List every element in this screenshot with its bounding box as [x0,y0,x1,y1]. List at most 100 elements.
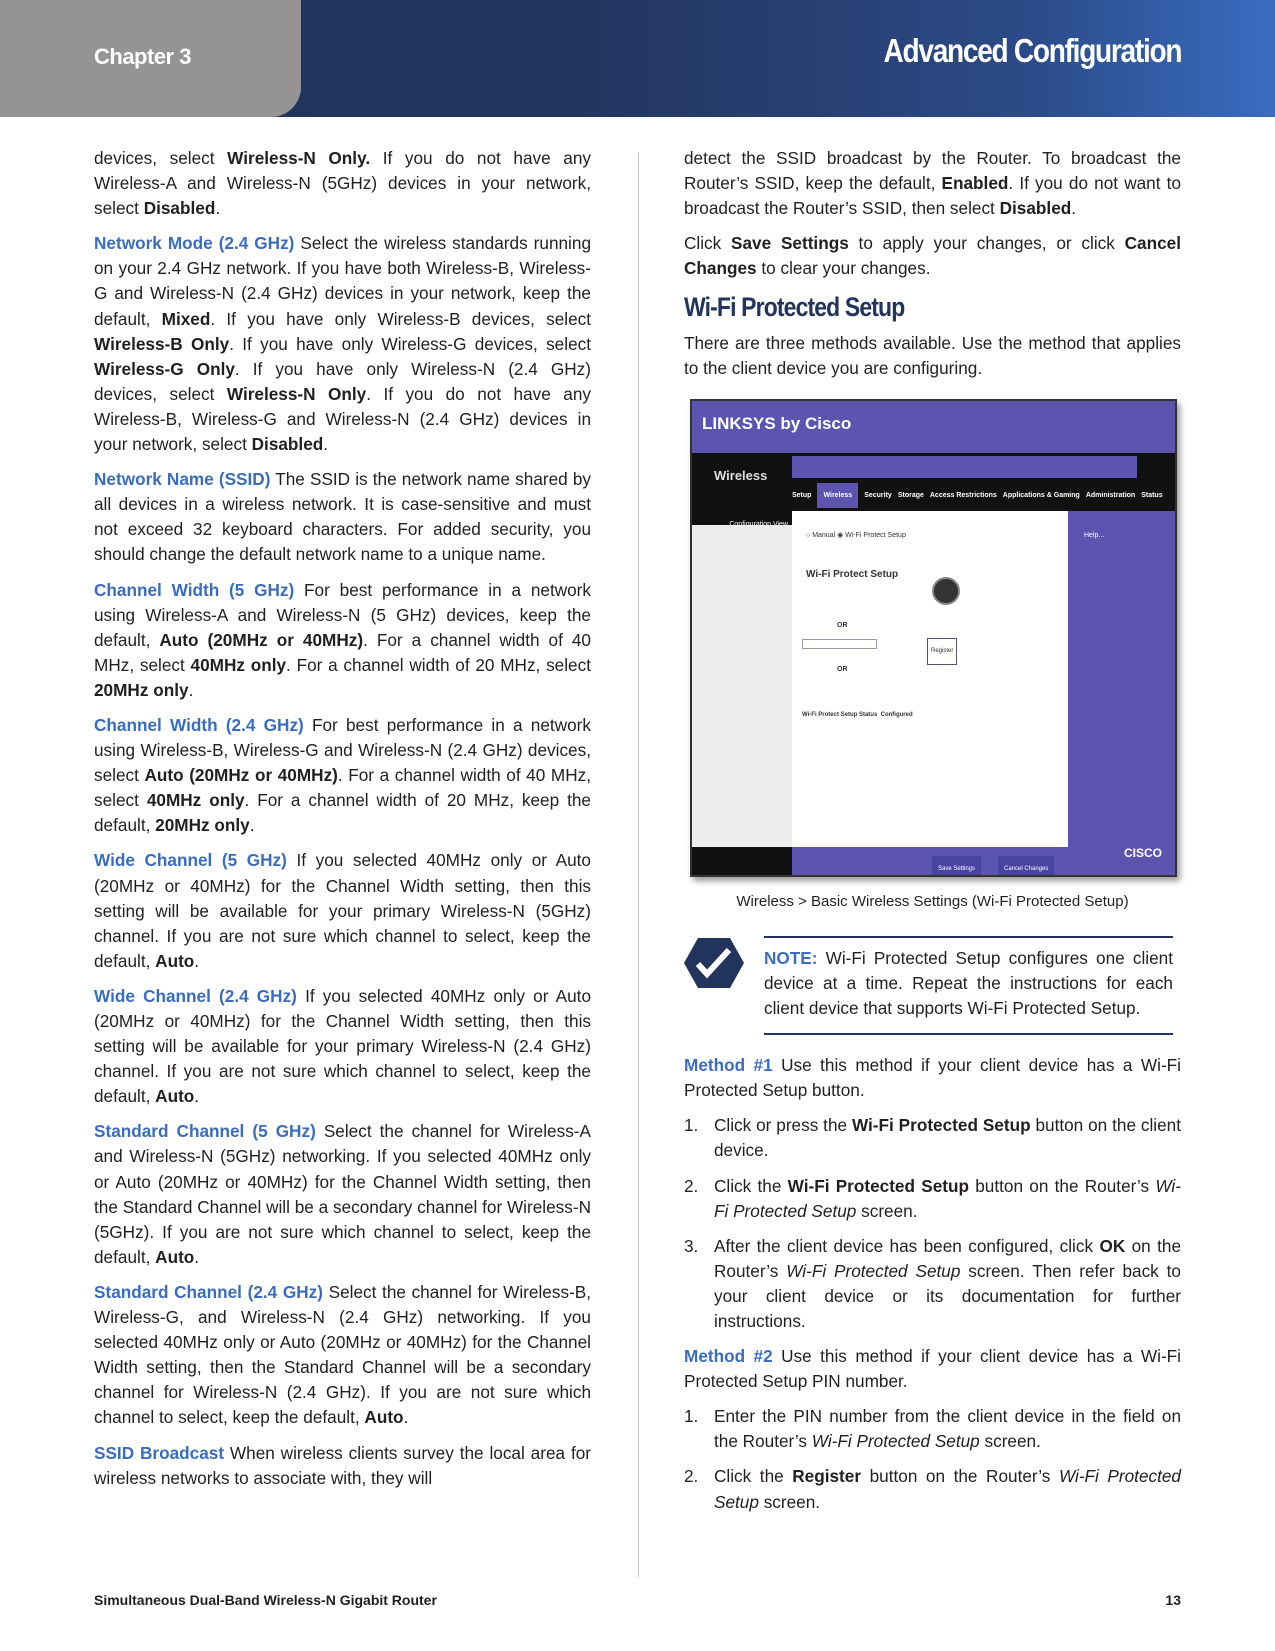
text-run: screen. [758,1491,821,1512]
text-run: . [194,950,200,971]
term-label: NOTE: [764,947,818,968]
text-run: OK [1099,1235,1126,1256]
help-link: Help... [1084,531,1105,539]
intro-text: There are three methods available. Use t… [684,331,1181,381]
text-run: screen. [856,1200,918,1221]
step-number: 2. [684,1466,699,1487]
paragraph: Channel Width (5 GHz) For best performan… [94,578,591,703]
note-block: NOTE: Wi-Fi Protected Setup configures o… [684,935,1181,1036]
paragraph: Wide Channel (5 GHz) If you selected 40M… [94,848,591,973]
text-run: . [194,1246,200,1267]
text-run: Click the [714,1466,793,1487]
text-run: Select the channel for Wireless-B, Wirel… [94,1281,591,1428]
text-run: . [249,815,255,836]
text-run: Mixed [161,308,211,329]
text-run: After the client device has been configu… [714,1235,1100,1256]
paragraph: SSID Broadcast When wireless clients sur… [94,1441,591,1491]
term-label: Wide Channel (2.4 GHz) [94,985,297,1006]
left-column: devices, select Wireless-N Only . If you … [94,146,591,1501]
method-2-steps: 1. Enter the PIN number from the client d… [684,1404,1181,1514]
column-divider [638,152,639,1577]
text-run: 40MHz only [146,790,245,811]
paragraph: Network Mode (2.4 GHz) Select the wirele… [94,231,591,457]
step-number: 2. [684,1175,699,1196]
text-run: . If you have only Wireless-B devices, s… [210,308,591,329]
text-run: Disabled [143,198,216,219]
text-run: Wi-Fi Protected Setup [811,1431,980,1452]
term-label: Method #2 [684,1346,773,1367]
text-run: . [1071,198,1077,219]
note-text: NOTE: Wi-Fi Protected Setup configures o… [764,935,1173,1036]
list-step: 1. Click or press the Wi-Fi Protected Set… [684,1113,1181,1163]
text-run: devices, select [94,148,228,168]
step-number: 3. [684,1235,699,1256]
linksys-logo: LINKSYS by Cisco [702,413,852,433]
footer-product: Simultaneous Dual-Band Wireless-N Gigabi… [94,1592,437,1608]
term-label: Channel Width (2.4 GHz) [94,714,304,735]
text-run: . If you have only Wireless-G devices, s… [229,333,591,354]
list-step: 2. Click the Register button on the Route… [684,1464,1181,1514]
section-heading: Wi-Fi Protected Setup [684,292,905,323]
text-run: Click or press the [714,1115,852,1136]
paragraph: Channel Width (2.4 GHz) For best perform… [94,713,591,838]
text-run: Auto [364,1407,404,1428]
term-label: Channel Width (5 GHz) [94,579,295,600]
page-header: Chapter 3 Advanced Configuration [0,0,1275,117]
text-run: Auto (20MHz or 40MHz) [159,629,364,650]
list-step: 2. Click the Wi-Fi Protected Setup button… [684,1174,1181,1224]
text-run: Click the [714,1175,788,1196]
paragraph: Method #2 Use this method if your client… [684,1344,1181,1394]
step-number: 1. [684,1406,699,1427]
paragraph: devices, select Wireless-N Only. If you … [94,146,591,221]
text-run: . For a channel width of 20 MHz, select [286,654,591,675]
text-run: . [194,1086,200,1107]
text-run: . [403,1407,409,1428]
paragraph: Standard Channel (5 GHz) Select the chan… [94,1119,591,1270]
paragraph: Method #1 Use this method if your client… [684,1053,1181,1103]
or-label-2: OR [837,665,848,673]
text-run: Wireless-N Only [226,383,367,404]
ssid-broadcast-continued: detect the SSID broadcast by the Router.… [684,146,1181,281]
term-label: Standard Channel (2.4 GHz) [94,1281,323,1302]
text-run: Wireless-N Only. [227,148,371,168]
text-run: Auto (20MHz or 40MHz) [144,765,338,786]
text-run: screen. [979,1431,1041,1452]
wps-button-icon [932,576,960,605]
text-run: Enabled [941,173,1009,194]
step-number: 1. [684,1115,699,1136]
text-run: to apply your changes, or click [848,233,1125,254]
cisco-logo: cisco [1124,845,1163,860]
paragraph: Standard Channel (2.4 GHz) Select the ch… [94,1280,591,1431]
text-run: Wireless-B Only [94,333,230,354]
term-label: Wide Channel (5 GHz) [94,850,287,871]
paragraph: NOTE: Wi-Fi Protected Setup configures o… [764,946,1173,1021]
text-run: 20MHz only [94,679,189,700]
right-column: detect the SSID broadcast by the Router.… [684,146,1181,1525]
text-run: 20MHz only [155,815,250,836]
term-label: Method #1 [684,1055,773,1076]
text-run: Disabled [251,434,324,455]
register-button: Register [927,637,958,665]
text-run: Wi-Fi Protected Setup [786,1260,961,1281]
text-run: Wi-Fi Protected Setup [787,1175,969,1196]
text-run: button on the Router’s [968,1175,1156,1196]
text-run: Auto [155,1246,195,1267]
text-run: Register [792,1466,862,1487]
wireless-section-label: Wireless [714,467,768,483]
text-run: Wireless-G Only [94,358,235,379]
text-run: 40MHz only [190,654,287,675]
term-label: SSID Broadcast [94,1442,225,1463]
text-run: to clear your changes. [756,258,931,279]
method-1: Method #1 Use this method if your client… [684,1053,1181,1103]
term-label: Network Name (SSID) [94,469,271,490]
figure-caption: Wireless > Basic Wireless Settings (Wi-F… [736,892,1129,910]
text-run: . [323,434,329,455]
text-run: Click [684,233,732,254]
text-run: Auto [155,950,195,971]
router-tabs: Setup Wireless Security Storage Access Restr… [792,482,1163,508]
text-run: Wi-Fi Protected Setup configures one cli… [764,947,1173,1019]
text-run: button on the Router’s [861,1466,1059,1487]
text-run: Select the channel for Wireless-A and Wi… [94,1121,591,1267]
page-number: 13 [1165,1592,1181,1608]
router-screenshot: LINKSYS by Cisco Wireless Setup Wireless S… [690,398,1177,877]
